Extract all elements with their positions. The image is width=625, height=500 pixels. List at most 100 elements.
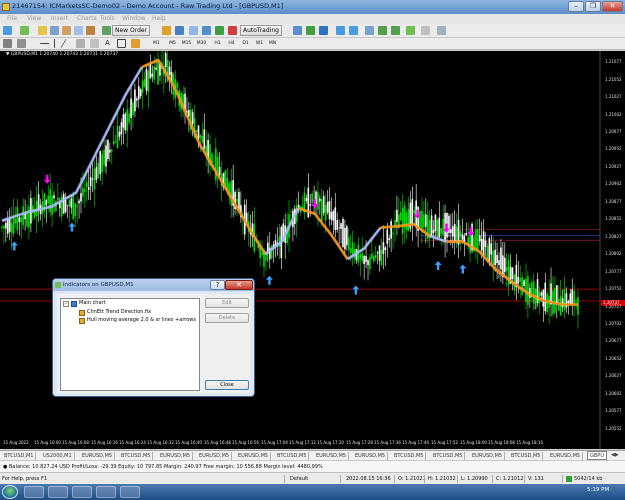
symbol-tab[interactable]: BTCUSD,M1 (2, 452, 37, 460)
candle-body (365, 256, 367, 262)
timeframe-mn[interactable]: MN (266, 39, 279, 48)
text-icon[interactable]: A (105, 38, 114, 47)
cursor-icon[interactable] (3, 39, 12, 48)
candle-body (99, 151, 102, 175)
symbol-tab[interactable]: EURUSD,M5 (314, 452, 350, 460)
timeframe-h1[interactable]: H1 (211, 39, 224, 48)
timeframe-m15[interactable]: M15 (180, 39, 193, 48)
symbol-tab[interactable]: EURUSD,M5 (236, 452, 272, 460)
timeframe-w1[interactable]: W1 (253, 39, 266, 48)
timeframe-m1[interactable]: M1 (150, 39, 163, 48)
candle-body (328, 201, 331, 219)
candlesticks-icon[interactable] (306, 26, 315, 35)
signals-icon[interactable] (189, 26, 198, 35)
symbol-tab[interactable]: EURUSD,M5 (158, 452, 194, 460)
tree-item-hull-ma[interactable]: Hull moving average 2.0 & sr lines +arro… (87, 317, 196, 324)
fibonacci-icon[interactable] (90, 39, 99, 48)
arrows-icon[interactable] (131, 39, 140, 48)
tab-scroll-arrows[interactable]: ◀▶ (611, 451, 625, 459)
templates-icon[interactable] (437, 26, 446, 35)
delete-button[interactable]: Delete (205, 313, 249, 323)
periods-icon[interactable] (421, 26, 430, 35)
restore-button[interactable]: ❐ (585, 1, 601, 12)
dialog-help-button[interactable]: ? (210, 280, 225, 290)
symbol-tab[interactable]: US2000,M1 (41, 452, 75, 460)
close-dialog-button[interactable]: Close (205, 380, 249, 390)
taskbar-clock[interactable]: 5:19 PM (587, 487, 609, 493)
crosshair-icon[interactable] (17, 39, 26, 48)
minimize-button[interactable]: – (568, 1, 584, 12)
autoscroll-icon[interactable] (391, 26, 400, 35)
new-order-button[interactable]: New Order (112, 25, 151, 36)
close-button[interactable]: ✕ (602, 1, 623, 12)
vps-icon[interactable] (215, 26, 224, 35)
line-chart-icon[interactable] (319, 26, 328, 35)
horizontal-line-icon[interactable] (54, 39, 55, 48)
menu-tools[interactable]: Tools (100, 15, 115, 22)
zoom-out-icon[interactable] (349, 26, 358, 35)
taskbar-metatrader-icon[interactable] (120, 486, 140, 498)
navigator-icon[interactable] (62, 26, 71, 35)
taskbar-folder-icon[interactable] (72, 486, 92, 498)
menu-insert[interactable]: Insert (51, 15, 68, 22)
dialog-close-x-button[interactable]: ✕ (225, 280, 253, 290)
profiles-icon[interactable] (20, 26, 29, 35)
start-button[interactable] (2, 485, 18, 499)
taskbar-explorer-icon[interactable] (24, 486, 44, 498)
channel-icon[interactable] (76, 39, 85, 48)
bar-chart-icon[interactable] (293, 26, 302, 35)
taskbar-media-icon[interactable] (48, 486, 68, 498)
vertical-line-icon[interactable] (40, 43, 49, 44)
metaeditor-icon[interactable] (162, 26, 171, 35)
label-icon[interactable] (117, 39, 126, 48)
system-tray[interactable] (536, 488, 582, 496)
symbol-tab[interactable]: EURUSD,M5 (80, 452, 116, 460)
indicators-icon[interactable] (406, 26, 415, 35)
chart-shift-icon[interactable] (378, 26, 387, 35)
symbol-tab[interactable]: BTCUSD,M5 (509, 452, 544, 460)
trendline-icon[interactable] (60, 39, 75, 48)
symbol-tab[interactable]: EURUSD,M5 (470, 452, 506, 460)
menu-file[interactable]: File (7, 15, 17, 22)
menu-charts[interactable]: Charts (77, 15, 97, 22)
timeframe-m5[interactable]: M5 (166, 39, 179, 48)
symbol-tab[interactable]: EURUSD,M5 (197, 452, 233, 460)
candle-body (394, 219, 396, 226)
candle-body (8, 218, 11, 232)
timeframe-d1[interactable]: D1 (239, 39, 252, 48)
market-watch-icon[interactable] (38, 26, 47, 35)
candle-body (371, 253, 373, 259)
edit-button[interactable]: Edit (205, 298, 249, 308)
market-icon[interactable] (202, 26, 211, 35)
candle-body (107, 140, 109, 160)
symbol-tab[interactable]: GBPU (587, 451, 607, 460)
terminal-icon[interactable] (74, 26, 83, 35)
menu-window[interactable]: Window (122, 15, 146, 22)
symbol-tab[interactable]: EURUSD,M5 (353, 452, 389, 460)
tile-windows-icon[interactable] (365, 26, 374, 35)
indicators-tree[interactable]: − Main chart ChnEtt Trend Direction.fix … (60, 298, 200, 391)
taskbar-browser-icon[interactable] (96, 486, 116, 498)
experts-icon[interactable] (175, 26, 184, 35)
candle-body (176, 82, 179, 88)
menu-help[interactable]: Help (152, 15, 166, 22)
sell-arrow-icon (43, 174, 51, 184)
strategy-tester-icon[interactable] (86, 26, 95, 35)
tree-item-main-chart[interactable]: Main chart (79, 300, 106, 307)
new-chart-icon[interactable] (3, 26, 12, 35)
autotrading-button[interactable]: AutoTrading (240, 25, 282, 36)
symbol-tab[interactable]: BTCUSD,M5 (275, 452, 310, 460)
tree-collapse-icon[interactable]: − (63, 301, 69, 307)
tree-item-chnett-trend[interactable]: ChnEtt Trend Direction.fix (87, 309, 151, 316)
symbol-tab[interactable]: BTCUSD,M5 (431, 452, 466, 460)
candle-body (347, 237, 350, 250)
timeframe-h4[interactable]: H4 (225, 39, 238, 48)
timeframe-m30[interactable]: M30 (195, 39, 208, 48)
data-window-icon[interactable] (50, 26, 59, 35)
symbol-tab[interactable]: EURUSD,M5 (548, 452, 584, 460)
candle-body (112, 141, 115, 145)
symbol-tab[interactable]: BTCUSD,M5 (392, 452, 427, 460)
symbol-tab[interactable]: BTCUSD,M5 (119, 452, 154, 460)
zoom-in-icon[interactable] (336, 26, 345, 35)
menu-view[interactable]: View (27, 15, 41, 22)
